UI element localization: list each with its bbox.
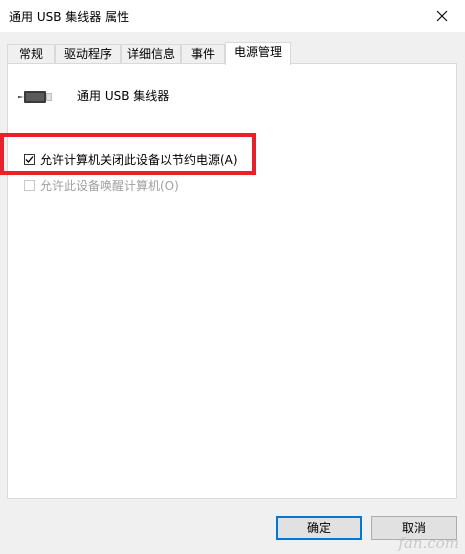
tab-details[interactable]: 详细信息 bbox=[121, 44, 181, 63]
watermark: fan.com bbox=[398, 534, 459, 552]
tab-general-label: 常规 bbox=[18, 47, 43, 61]
device-name: 通用 USB 集线器 bbox=[77, 89, 170, 103]
tab-general[interactable]: 常规 bbox=[7, 44, 55, 63]
allow-wake-label: 允许此设备唤醒计算机(O) bbox=[40, 179, 179, 193]
title-bar: 通用 USB 集线器 属性 bbox=[0, 0, 465, 32]
tab-panel bbox=[7, 63, 457, 499]
close-button[interactable] bbox=[419, 0, 465, 32]
window-title: 通用 USB 集线器 属性 bbox=[9, 10, 130, 24]
usb-connector-icon bbox=[16, 86, 58, 111]
allow-wake-option: 允许此设备唤醒计算机(O) bbox=[24, 177, 179, 194]
allow-wake-checkbox bbox=[24, 180, 35, 191]
tab-events-label: 事件 bbox=[190, 47, 215, 61]
ok-button[interactable]: 确定 bbox=[276, 516, 362, 540]
tab-strip: 常规 驱动程序 详细信息 事件 电源管理 bbox=[7, 42, 457, 65]
close-icon bbox=[436, 10, 448, 22]
tab-events[interactable]: 事件 bbox=[181, 44, 225, 63]
highlight-box bbox=[0, 133, 256, 175]
tab-power-management-label: 电源管理 bbox=[233, 45, 282, 59]
tab-driver-label: 驱动程序 bbox=[63, 47, 112, 61]
tab-details-label: 详细信息 bbox=[126, 47, 175, 61]
tab-power-management[interactable]: 电源管理 bbox=[225, 42, 291, 65]
tab-driver[interactable]: 驱动程序 bbox=[55, 44, 121, 63]
